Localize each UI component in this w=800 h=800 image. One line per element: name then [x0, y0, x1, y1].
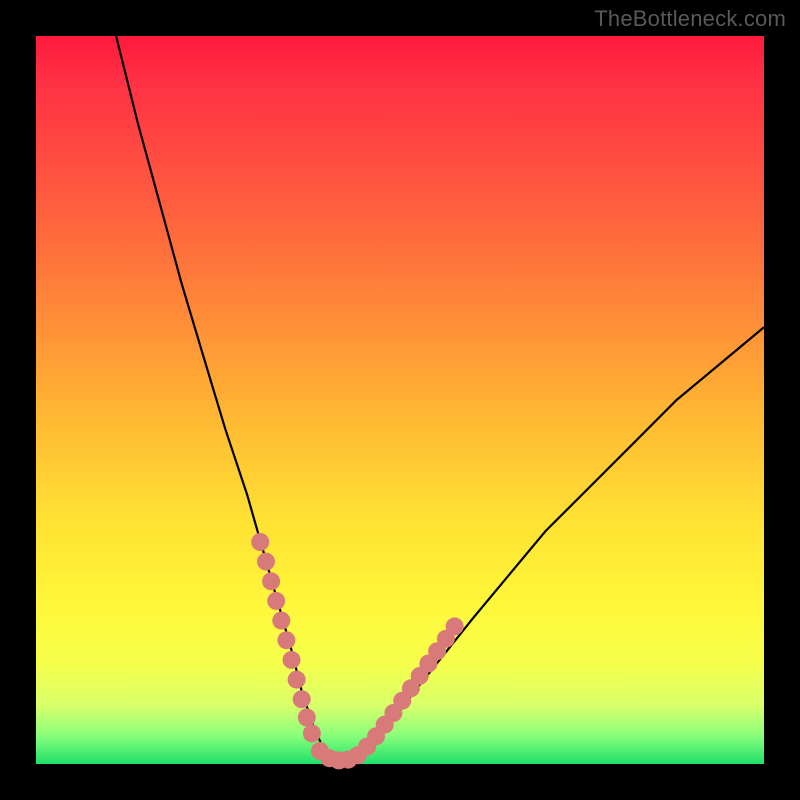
- chart-frame: TheBottleneck.com: [0, 0, 800, 800]
- watermark-text: TheBottleneck.com: [594, 6, 786, 32]
- plot-area: [36, 36, 764, 764]
- bead: [277, 631, 295, 649]
- bead: [267, 592, 285, 610]
- bead: [446, 617, 464, 635]
- bead: [303, 724, 321, 742]
- bead: [298, 708, 316, 726]
- bead: [288, 671, 306, 689]
- bead: [283, 651, 301, 669]
- bead: [257, 553, 275, 571]
- bead: [293, 690, 311, 708]
- bead: [251, 533, 269, 551]
- bead: [272, 612, 290, 630]
- bead: [262, 572, 280, 590]
- curve-svg: [36, 36, 764, 764]
- bead-cluster: [251, 533, 463, 769]
